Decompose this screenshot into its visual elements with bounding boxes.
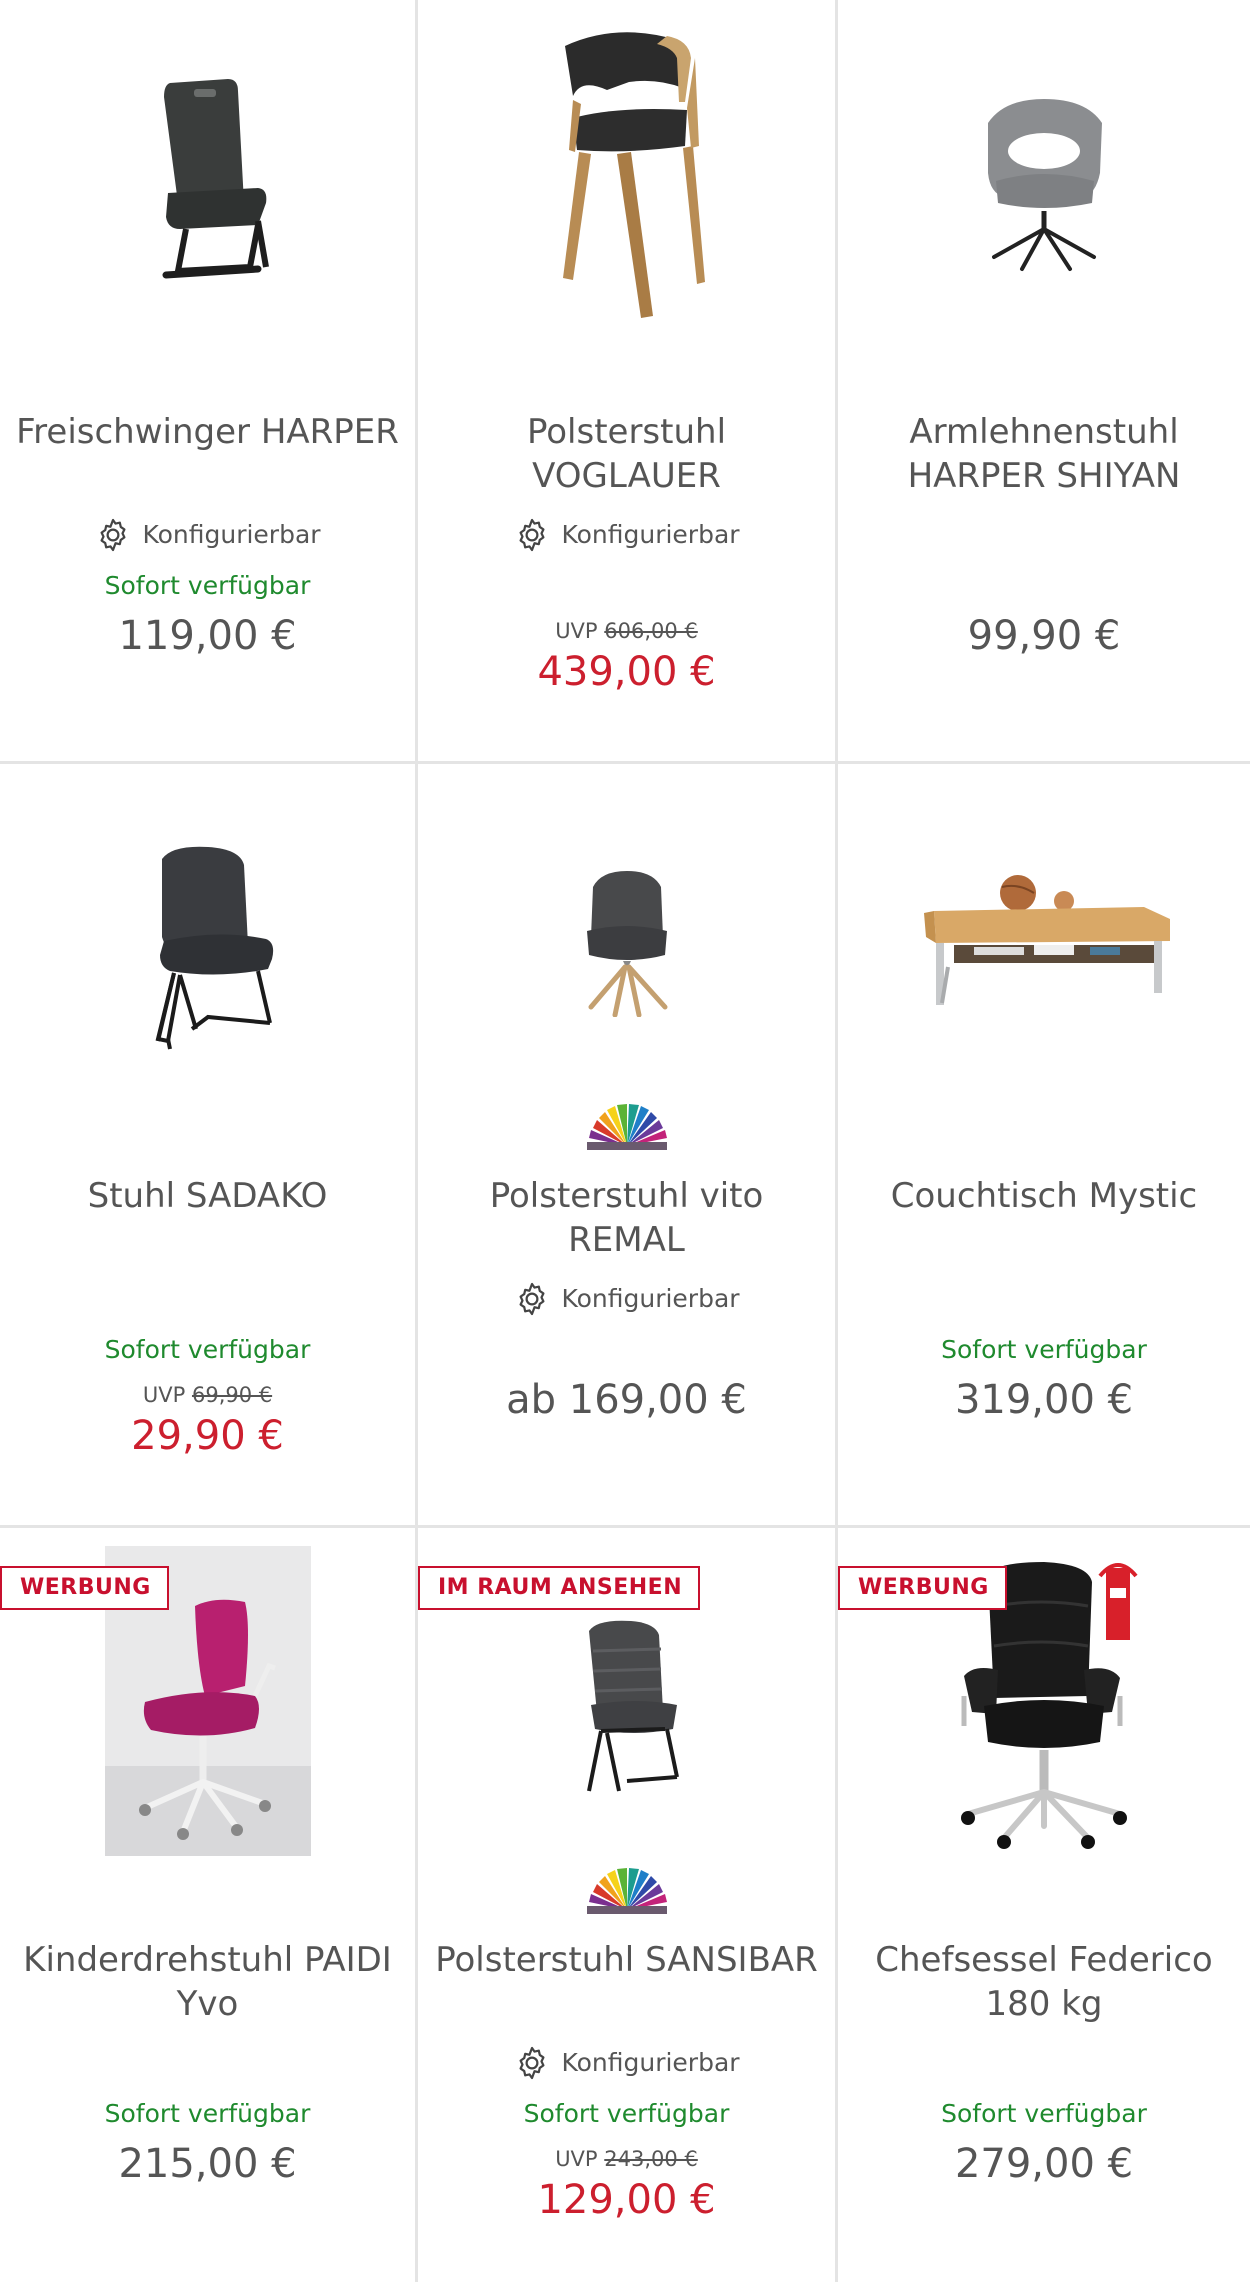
sale-price: 29,90 €: [131, 1413, 284, 1459]
product-title[interactable]: Polsterstuhl VOGLAUER: [428, 410, 825, 498]
product-card[interactable]: Couchtisch Mystic Sofort verfügbar 319,0…: [838, 764, 1250, 1528]
availability: Sofort verfügbar: [104, 1335, 311, 1364]
price: 215,00 €: [118, 2141, 297, 2187]
price: 319,00 €: [954, 1377, 1134, 1423]
uvp-label: UVP: [555, 2147, 598, 2171]
product-image[interactable]: [418, 0, 835, 345]
availability: Sofort verfügbar: [941, 2099, 1147, 2128]
promo-badge: WERBUNG: [838, 1566, 1007, 1610]
armchair-image: [988, 98, 1102, 271]
uvp-price: UVP 243,00 €: [418, 2144, 835, 2174]
product-image[interactable]: [0, 0, 415, 345]
product-image[interactable]: [838, 764, 1250, 1109]
product-image[interactable]: [0, 764, 415, 1109]
configurable-label: Konfigurierbar: [418, 2044, 835, 2082]
product-card[interactable]: Polsterstuhl vito REMAL Konfigurierbar a…: [418, 764, 838, 1528]
availability: Sofort verfügbar: [104, 571, 311, 600]
uvp-old-price: 606,00 €: [604, 619, 698, 643]
uvp-price: UVP 69,90 €: [0, 1380, 415, 1410]
coffee-table-image: [924, 874, 1170, 1005]
product-title[interactable]: Polsterstuhl vito REMAL: [428, 1174, 825, 1262]
color-fan-icon: [586, 1868, 667, 1914]
gear-icon: [519, 518, 545, 552]
product-title[interactable]: Stuhl SADAKO: [10, 1174, 405, 1218]
sale-price: 129,00 €: [537, 2177, 716, 2223]
configurable-text: Konfigurierbar: [561, 1284, 740, 1313]
product-card[interactable]: Armlehnenstuhl HARPER SHIYAN 99,90 €: [838, 0, 1250, 764]
gear-icon: [100, 518, 126, 552]
uvp-old-price: 69,90 €: [191, 1383, 273, 1407]
promo-badge: WERBUNG: [0, 1566, 169, 1610]
configurable-label: Konfigurierbar: [418, 1280, 835, 1318]
availability: Sofort verfügbar: [523, 2099, 730, 2128]
product-card[interactable]: WERBUNG Kinderdrehstuhl PAIDI Yvo Sofort…: [0, 1528, 418, 2282]
product-title[interactable]: Freischwinger HARPER: [10, 410, 405, 454]
uvp-old-price: 243,00 €: [604, 2147, 698, 2171]
product-title[interactable]: Chefsessel Federico 180 kg: [848, 1938, 1240, 2026]
uvp-label: UVP: [142, 1383, 186, 1407]
product-image[interactable]: [418, 764, 835, 1109]
price: 279,00 €: [954, 2141, 1134, 2187]
configurable-text: Konfigurierbar: [561, 520, 740, 549]
product-title[interactable]: Armlehnenstuhl HARPER SHIYAN: [848, 410, 1240, 498]
product-grid: Freischwinger HARPER Konfigurierbar Sofo…: [0, 0, 1250, 2282]
swivel-chair-image: [586, 870, 667, 1017]
product-title[interactable]: Polsterstuhl SANSIBAR: [428, 1938, 825, 1982]
configurable-label: Konfigurierbar: [0, 516, 415, 554]
configurable-text: Konfigurierbar: [142, 520, 321, 549]
product-card[interactable]: WERBUNG Chefsessel Federico 180 kg Sofor…: [838, 1528, 1250, 2282]
product-card[interactable]: IM RAUM ANSEHEN Polsterstuhl SANSIBAR Ko…: [418, 1528, 838, 2282]
product-card[interactable]: Freischwinger HARPER Konfigurierbar Sofo…: [0, 0, 418, 764]
gear-icon: [519, 2046, 545, 2080]
product-title[interactable]: Kinderdrehstuhl PAIDI Yvo: [10, 1938, 405, 2026]
product-title[interactable]: Couchtisch Mystic: [848, 1174, 1240, 1218]
upholstered-chair-image: [586, 1620, 679, 1791]
product-card[interactable]: Polsterstuhl VOGLAUER Konfigurierbar UVP…: [418, 0, 838, 764]
sale-price: 439,00 €: [537, 649, 716, 695]
color-fan-icon: [586, 1104, 667, 1150]
sled-chair-image: [155, 846, 273, 1049]
cantilever-chair-image: [162, 78, 269, 278]
price: 99,90 €: [967, 613, 1121, 659]
product-card[interactable]: Stuhl SADAKO Sofort verfügbar UVP 69,90 …: [0, 764, 418, 1528]
configurable-text: Konfigurierbar: [561, 2048, 740, 2077]
price: 119,00 €: [118, 613, 297, 659]
price: ab 169,00 €: [506, 1377, 747, 1423]
availability: Sofort verfügbar: [104, 2099, 311, 2128]
product-image[interactable]: [838, 0, 1250, 345]
availability: Sofort verfügbar: [941, 1335, 1147, 1364]
uvp-price: UVP 606,00 €: [418, 616, 835, 646]
wooden-chair-image: [562, 31, 705, 318]
promo-badge: IM RAUM ANSEHEN: [418, 1566, 701, 1610]
configurable-label: Konfigurierbar: [418, 516, 835, 554]
uvp-label: UVP: [555, 619, 598, 643]
gear-icon: [519, 1282, 545, 1316]
